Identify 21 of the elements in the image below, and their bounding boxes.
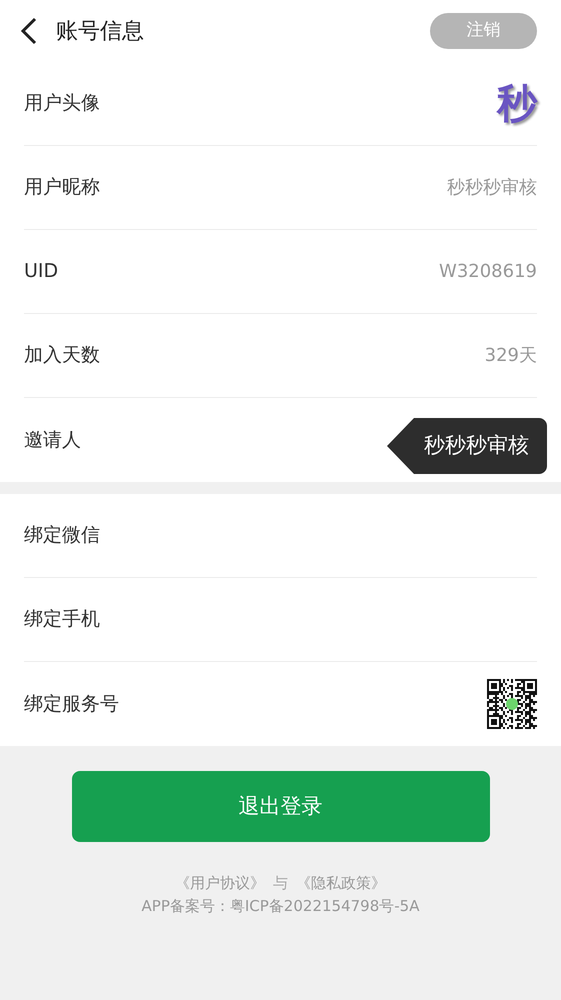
logout-button[interactable]: 退出登录 bbox=[72, 771, 490, 842]
row-label: 绑定微信 bbox=[24, 523, 100, 548]
avatar[interactable]: 秒 bbox=[497, 74, 537, 134]
page-title: 账号信息 bbox=[56, 18, 144, 46]
privacy-link[interactable]: 《隐私政策》 bbox=[296, 872, 386, 894]
row-label: 绑定服务号 bbox=[24, 692, 119, 717]
row-label: 用户昵称 bbox=[24, 175, 100, 200]
tooltip: 秒秒秒审核 bbox=[387, 418, 547, 474]
row-label: UID bbox=[24, 259, 58, 284]
row-value: W3208619 bbox=[439, 260, 537, 284]
row-label: 绑定手机 bbox=[24, 607, 100, 632]
row-value: 329天 bbox=[484, 344, 537, 368]
row-value: 秒秒秒审核 bbox=[447, 176, 537, 200]
qr-code-icon[interactable] bbox=[487, 679, 537, 729]
record-number: APP备案号：粤ICP备2022154798号-5A bbox=[140, 896, 420, 916]
deregister-button[interactable]: 注销 bbox=[430, 13, 537, 49]
row-label: 加入天数 bbox=[24, 343, 100, 368]
row-label: 用户头像 bbox=[24, 91, 100, 116]
agreement-link[interactable]: 《用户协议》 bbox=[175, 872, 265, 894]
row-label: 邀请人 bbox=[24, 428, 81, 453]
joiner-text: 与 bbox=[273, 873, 288, 894]
